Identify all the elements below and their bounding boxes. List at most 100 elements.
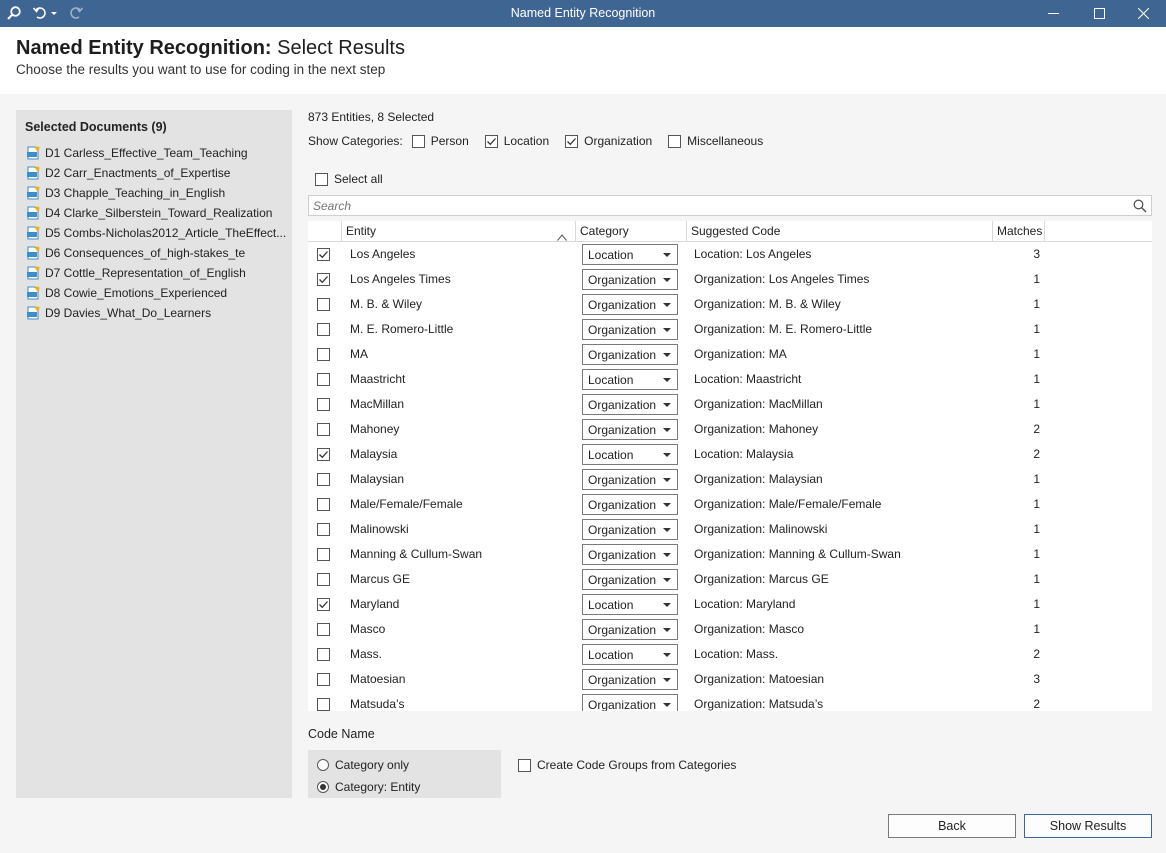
dropdown-arrow-icon[interactable] <box>663 578 671 582</box>
category-select[interactable]: Organization <box>582 519 678 540</box>
close-icon[interactable] <box>1120 0 1166 27</box>
table-row[interactable]: Matsuda’s Organization Organization: Matsu… <box>308 692 1152 711</box>
search-input[interactable] <box>313 198 1123 214</box>
category-filter-location[interactable]: Location <box>484 134 549 148</box>
dropdown-arrow-icon[interactable] <box>663 328 671 332</box>
code-name-radio[interactable]: Category only <box>317 758 409 772</box>
dropdown-arrow-icon[interactable] <box>663 478 671 482</box>
row-checkbox[interactable] <box>317 473 330 486</box>
category-select[interactable]: Organization <box>582 344 678 365</box>
table-row[interactable]: MA Organization Organization: MA 1 <box>308 342 1152 367</box>
column-header-category[interactable]: Category <box>576 221 687 242</box>
table-row[interactable]: M. E. Romero-Little Organization Organizat… <box>308 317 1152 342</box>
table-row[interactable]: Matoesian Organization Organization: Matoe… <box>308 667 1152 692</box>
checkbox-icon[interactable] <box>565 134 579 148</box>
row-checkbox[interactable] <box>317 373 330 386</box>
table-row[interactable]: Los Angeles Location Location: Los Angeles… <box>308 242 1152 267</box>
back-button[interactable]: Back <box>888 814 1016 838</box>
radio-icon[interactable] <box>317 781 329 793</box>
dropdown-arrow-icon[interactable] <box>663 528 671 532</box>
document-item[interactable]: D3 Chapple_Teaching_in_English <box>26 184 288 202</box>
table-row[interactable]: Mass. Location Location: Mass. 2 <box>308 642 1152 667</box>
row-checkbox[interactable] <box>317 573 330 586</box>
dropdown-arrow-icon[interactable] <box>663 378 671 382</box>
category-select[interactable]: Organization <box>582 294 678 315</box>
category-select[interactable]: Location <box>582 444 678 465</box>
dropdown-arrow-icon[interactable] <box>663 603 671 607</box>
row-checkbox[interactable] <box>317 248 330 261</box>
document-item[interactable]: D9 Davies_What_Do_Learners <box>26 304 288 322</box>
category-select[interactable]: Organization <box>582 669 678 690</box>
table-row[interactable]: Los Angeles Times Organization Organizatio… <box>308 267 1152 292</box>
category-select[interactable]: Location <box>582 644 678 665</box>
dropdown-arrow-icon[interactable] <box>663 403 671 407</box>
row-checkbox[interactable] <box>317 273 330 286</box>
dropdown-arrow-icon[interactable] <box>663 428 671 432</box>
table-row[interactable]: Maryland Location Location: Maryland 1 <box>308 592 1152 617</box>
row-checkbox[interactable] <box>317 623 330 636</box>
category-select[interactable]: Organization <box>582 269 678 290</box>
table-row[interactable]: MacMillan Organization Organization: MacMi… <box>308 392 1152 417</box>
dropdown-arrow-icon[interactable] <box>663 503 671 507</box>
row-checkbox[interactable] <box>317 498 330 511</box>
category-select[interactable]: Organization <box>582 694 678 711</box>
row-checkbox[interactable] <box>317 298 330 311</box>
dropdown-arrow-icon[interactable] <box>663 703 671 707</box>
category-select[interactable]: Organization <box>582 319 678 340</box>
row-checkbox[interactable] <box>317 348 330 361</box>
show-results-button[interactable]: Show Results <box>1024 814 1152 838</box>
table-row[interactable]: M. B. & Wiley Organization Organization: M… <box>308 292 1152 317</box>
column-header-matches[interactable]: Matches <box>993 221 1045 242</box>
search-icon[interactable] <box>1133 199 1147 213</box>
maximize-icon[interactable] <box>1076 0 1122 27</box>
category-select[interactable]: Organization <box>582 619 678 640</box>
create-code-groups-checkbox[interactable]: Create Code Groups from Categories <box>518 758 736 772</box>
table-row[interactable]: Masco Organization Organization: Masco 1 <box>308 617 1152 642</box>
row-checkbox[interactable] <box>317 648 330 661</box>
row-checkbox[interactable] <box>317 398 330 411</box>
table-row[interactable]: Male/Female/Female Organization Organizati… <box>308 492 1152 517</box>
document-item[interactable]: D7 Cottle_Representation_of_English <box>26 264 288 282</box>
category-select[interactable]: Organization <box>582 494 678 515</box>
row-checkbox[interactable] <box>317 448 330 461</box>
table-row[interactable]: Maastricht Location Location: Maastricht 1 <box>308 367 1152 392</box>
category-select[interactable]: Organization <box>582 469 678 490</box>
table-row[interactable]: Malinowski Organization Organization: Mali… <box>308 517 1152 542</box>
category-select[interactable]: Organization <box>582 569 678 590</box>
row-checkbox[interactable] <box>317 423 330 436</box>
row-checkbox[interactable] <box>317 548 330 561</box>
category-select[interactable]: Location <box>582 594 678 615</box>
checkbox-icon[interactable] <box>484 134 498 148</box>
search-box[interactable] <box>308 195 1152 216</box>
row-checkbox[interactable] <box>317 698 330 711</box>
document-item[interactable]: D6 Consequences_of_high-stakes_te <box>26 244 288 262</box>
row-checkbox[interactable] <box>317 323 330 336</box>
document-item[interactable]: D2 Carr_Enactments_of_Expertise <box>26 164 288 182</box>
column-header-suggested-code[interactable]: Suggested Code <box>687 221 993 242</box>
column-header-entity[interactable]: Entity <box>342 221 576 242</box>
category-select[interactable]: Organization <box>582 544 678 565</box>
dropdown-arrow-icon[interactable] <box>663 278 671 282</box>
dropdown-arrow-icon[interactable] <box>663 303 671 307</box>
category-filter-miscellaneous[interactable]: Miscellaneous <box>668 134 763 148</box>
checkbox-icon[interactable] <box>315 172 328 186</box>
minimize-icon[interactable] <box>1030 0 1076 27</box>
category-select[interactable]: Location <box>582 244 678 265</box>
code-name-radio[interactable]: Category: Entity <box>317 780 420 794</box>
document-item[interactable]: D4 Clarke_Silberstein_Toward_Realization <box>26 204 288 222</box>
category-select[interactable]: Location <box>582 369 678 390</box>
checkbox-icon[interactable] <box>518 758 531 772</box>
document-item[interactable]: D8 Cowie_Emotions_Experienced <box>26 284 288 302</box>
dropdown-arrow-icon[interactable] <box>663 628 671 632</box>
dropdown-arrow-icon[interactable] <box>663 453 671 457</box>
row-checkbox[interactable] <box>317 673 330 686</box>
category-filter-organization[interactable]: Organization <box>565 134 652 148</box>
table-row[interactable]: Malaysia Location Location: Malaysia 2 <box>308 442 1152 467</box>
row-checkbox[interactable] <box>317 523 330 536</box>
dropdown-arrow-icon[interactable] <box>663 653 671 657</box>
category-select[interactable]: Organization <box>582 419 678 440</box>
category-select[interactable]: Organization <box>582 394 678 415</box>
checkbox-icon[interactable] <box>668 134 682 148</box>
row-checkbox[interactable] <box>317 598 330 611</box>
dropdown-arrow-icon[interactable] <box>663 678 671 682</box>
